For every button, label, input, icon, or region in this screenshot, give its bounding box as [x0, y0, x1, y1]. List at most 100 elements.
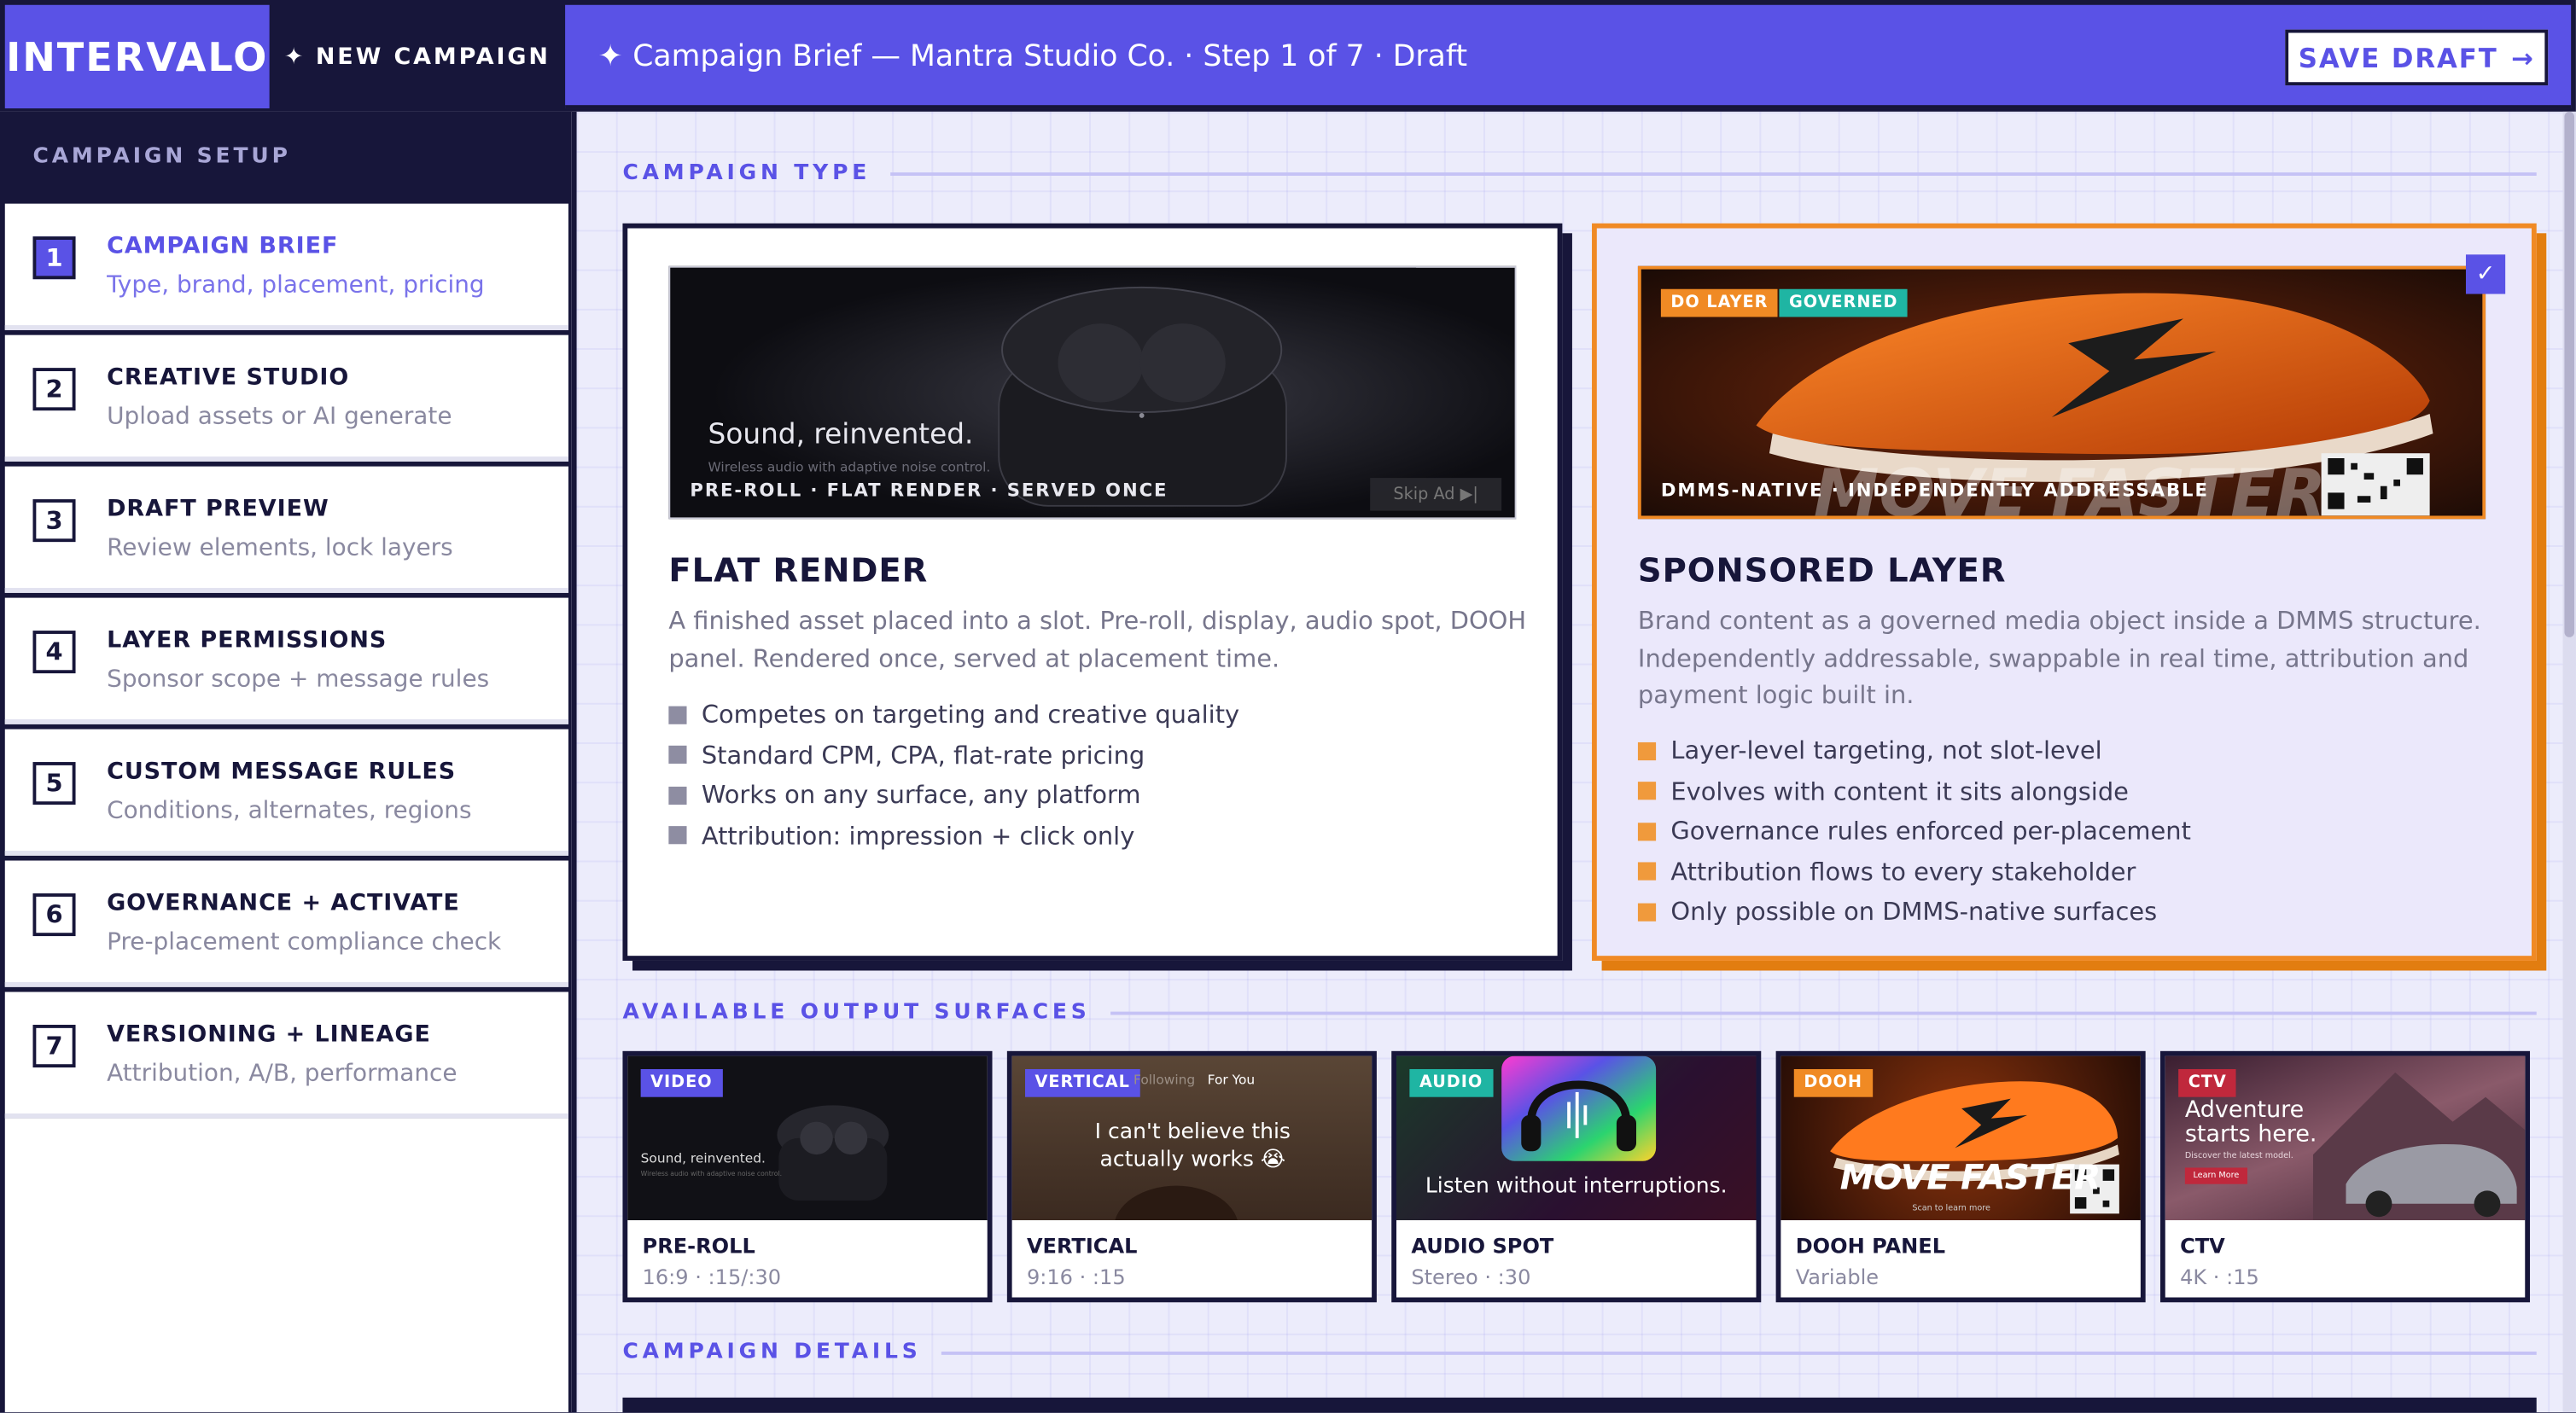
feature-item: Attribution: impression + click only: [668, 816, 1239, 856]
skip-ad-button: Skip Ad ▶|: [1370, 478, 1502, 511]
campaign-details-card-edge: [622, 1397, 2537, 1413]
step-subtitle: Upload assets or AI generate: [107, 404, 452, 431]
step-number: 3: [32, 499, 76, 543]
sparkle-icon: ✦: [283, 44, 306, 70]
surface-card-vertical[interactable]: VERTICAL Following For You I can't belie…: [1006, 1050, 1377, 1303]
feature-item: Works on any surface, any platform: [668, 775, 1239, 815]
sidebar: CAMPAIGN SETUP 1 CAMPAIGN BRIEF Type, br…: [0, 111, 572, 1413]
app-window: INTERVALO ✦ NEW CAMPAIGN ✦ Campaign Brie…: [0, 0, 2576, 1413]
breadcrumb: ✦ Campaign Brief — Mantra Studio Co. · S…: [598, 5, 1467, 108]
feature-list: Competes on targeting and creative quali…: [668, 695, 1239, 856]
thumb-headline: Adventure starts here.: [2184, 1096, 2317, 1148]
step-title: CAMPAIGN BRIEF: [107, 233, 339, 260]
bullet-square-icon: [1637, 782, 1657, 800]
card-title: FLAT RENDER: [668, 550, 929, 590]
surface-card-audio-spot[interactable]: AUDIO Listen without interruptions. AUDI…: [1391, 1050, 1762, 1303]
surface-subtitle: 9:16 · :15: [1026, 1265, 1126, 1289]
feature-item: Competes on targeting and creative quali…: [668, 695, 1239, 735]
main-content: CAMPAIGN TYPE Sound, reinvented. Wireles…: [571, 111, 2576, 1413]
step-subtitle: Conditions, alternates, regions: [107, 798, 472, 825]
bullet-square-icon: [668, 786, 687, 805]
breadcrumb-bar: ✦ Campaign Brief — Mantra Studio Co. · S…: [565, 4, 2572, 109]
new-campaign-label: NEW CAMPAIGN: [315, 44, 551, 70]
selected-check-icon: ✓: [2465, 254, 2506, 294]
sidebar-step-campaign-brief[interactable]: 1 CAMPAIGN BRIEF Type, brand, placement,…: [4, 203, 568, 330]
surface-title: DOOH PANEL: [1795, 1233, 1946, 1259]
section-heading-campaign-details: CAMPAIGN DETAILS: [622, 1340, 2537, 1365]
sponsored-layer-preview: MOVE FASTER DO LAYER GOVERNED DMMS-NATIV…: [1637, 265, 2486, 520]
sidebar-step-draft-preview[interactable]: 3 DRAFT PREVIEW Review elements, lock la…: [4, 466, 568, 593]
sidebar-title: CAMPAIGN SETUP: [32, 144, 291, 170]
thumb-tagline: Wireless audio with adaptive noise contr…: [640, 1169, 783, 1178]
surface-title: VERTICAL: [1026, 1233, 1138, 1259]
step-number: 5: [32, 762, 76, 805]
bullet-square-icon: [668, 826, 687, 845]
brand-logo[interactable]: INTERVALO: [4, 4, 270, 109]
feature-item: Evolves with content it sits alongside: [1637, 771, 2191, 811]
surface-title: CTV: [2180, 1233, 2225, 1259]
feature-text: Attribution flows to every stakeholder: [1670, 857, 2136, 887]
step-number: 2: [32, 368, 76, 411]
preview-headline: Sound, reinvented.: [708, 418, 974, 452]
bullet-square-icon: [1637, 862, 1657, 881]
sidebar-step-creative-studio[interactable]: 2 CREATIVE STUDIO Upload assets or AI ge…: [4, 334, 568, 462]
surface-thumbnail: CTV Adventure starts here. Discover the …: [2165, 1055, 2526, 1221]
scrollbar-thumb[interactable]: [2564, 111, 2575, 637]
preview-caption: PRE-ROLL · FLAT RENDER · SERVED ONCE: [690, 480, 1169, 502]
thumb-learn-more-button: Learn More: [2184, 1167, 2247, 1184]
thumb-caption: I can't believe this actually works 😭: [1094, 1119, 1291, 1173]
surface-thumbnail: AUDIO Listen without interruptions.: [1396, 1055, 1757, 1221]
bullet-square-icon: [668, 706, 687, 724]
surface-card-dooh-panel[interactable]: DOOH MOVE FASTER Scan to learn more DOOH…: [1775, 1050, 2146, 1303]
step-subtitle: Type, brand, placement, pricing: [107, 272, 485, 299]
tab-for-you: For You: [1207, 1072, 1256, 1088]
step-subtitle: Attribution, A/B, performance: [107, 1061, 458, 1088]
step-title: GOVERNANCE + ACTIVATE: [107, 890, 460, 916]
surface-badge: CTV: [2178, 1068, 2237, 1097]
breadcrumb-text: Campaign Brief — Mantra Studio Co. · Ste…: [632, 39, 1468, 74]
brand-name: INTERVALO: [6, 33, 269, 80]
thumb-caption: Listen without interruptions.: [1425, 1174, 1728, 1200]
governed-badge: GOVERNED: [1779, 288, 1908, 317]
do-layer-badge: DO LAYER: [1660, 288, 1778, 317]
section-heading-output-surfaces: AVAILABLE OUTPUT SURFACES: [622, 1000, 2537, 1025]
surface-card-ctv[interactable]: CTV Adventure starts here. Discover the …: [2159, 1050, 2531, 1303]
feature-list: Layer-level targeting, not slot-level Ev…: [1637, 730, 2191, 932]
sidebar-step-versioning-lineage[interactable]: 7 VERSIONING + LINEAGE Attribution, A/B,…: [4, 991, 568, 1119]
feature-text: Evolves with content it sits alongside: [1670, 776, 2129, 806]
feature-text: Works on any surface, any platform: [701, 780, 1141, 811]
surface-title: AUDIO SPOT: [1411, 1233, 1554, 1259]
feature-text: Attribution: impression + click only: [701, 820, 1135, 851]
section-heading-text: CAMPAIGN DETAILS: [622, 1340, 922, 1365]
new-campaign-button[interactable]: ✦ NEW CAMPAIGN: [273, 5, 562, 108]
bullet-square-icon: [1637, 903, 1657, 922]
step-subtitle: Sponsor scope + message rules: [107, 666, 490, 694]
scrollbar[interactable]: [2562, 111, 2576, 1413]
feature-item: Only possible on DMMS-native surfaces: [1637, 892, 2191, 932]
surface-thumbnail: DOOH MOVE FASTER Scan to learn more: [1780, 1055, 2141, 1221]
step-number: 7: [32, 1025, 76, 1068]
thumb-scan-text: Scan to learn more: [1912, 1203, 1990, 1214]
card-description: Brand content as a governed media object…: [1637, 606, 2481, 710]
surface-thumbnail: VIDEO Sound, reinvented. Wireless audio …: [627, 1055, 988, 1221]
surface-badge: AUDIO: [1409, 1068, 1493, 1097]
bullet-square-icon: [668, 746, 687, 765]
sidebar-step-custom-message-rules[interactable]: 5 CUSTOM MESSAGE RULES Conditions, alter…: [4, 729, 568, 856]
step-number: 1: [32, 236, 76, 280]
campaign-type-card-sponsored-layer[interactable]: MOVE FASTER DO LAYER GOVERNED DMMS-NATIV…: [1592, 223, 2537, 961]
campaign-type-card-flat-render[interactable]: Sound, reinvented. Wireless audio with a…: [622, 223, 1563, 961]
surface-subtitle: 16:9 · :15/:30: [642, 1265, 782, 1289]
sidebar-step-governance-activate[interactable]: 6 GOVERNANCE + ACTIVATE Pre-placement co…: [4, 860, 568, 987]
step-number: 4: [32, 631, 76, 674]
sidebar-empty-area: [4, 1118, 568, 1413]
sidebar-step-layer-permissions[interactable]: 4 LAYER PERMISSIONS Sponsor scope + mess…: [4, 597, 568, 724]
surface-subtitle: Stereo · :30: [1411, 1265, 1531, 1289]
feature-item: Governance rules enforced per-placement: [1637, 811, 2191, 852]
surface-badge: VERTICAL: [1025, 1068, 1140, 1097]
save-draft-button[interactable]: SAVE DRAFT →: [2285, 29, 2549, 86]
surface-card-pre-roll[interactable]: VIDEO Sound, reinvented. Wireless audio …: [622, 1050, 993, 1303]
surface-subtitle: Variable: [1795, 1265, 1880, 1289]
thumb-tagline: Discover the latest model.: [2184, 1151, 2293, 1161]
bullet-square-icon: [1637, 741, 1657, 760]
feature-text: Standard CPM, CPA, flat-rate pricing: [701, 740, 1145, 770]
